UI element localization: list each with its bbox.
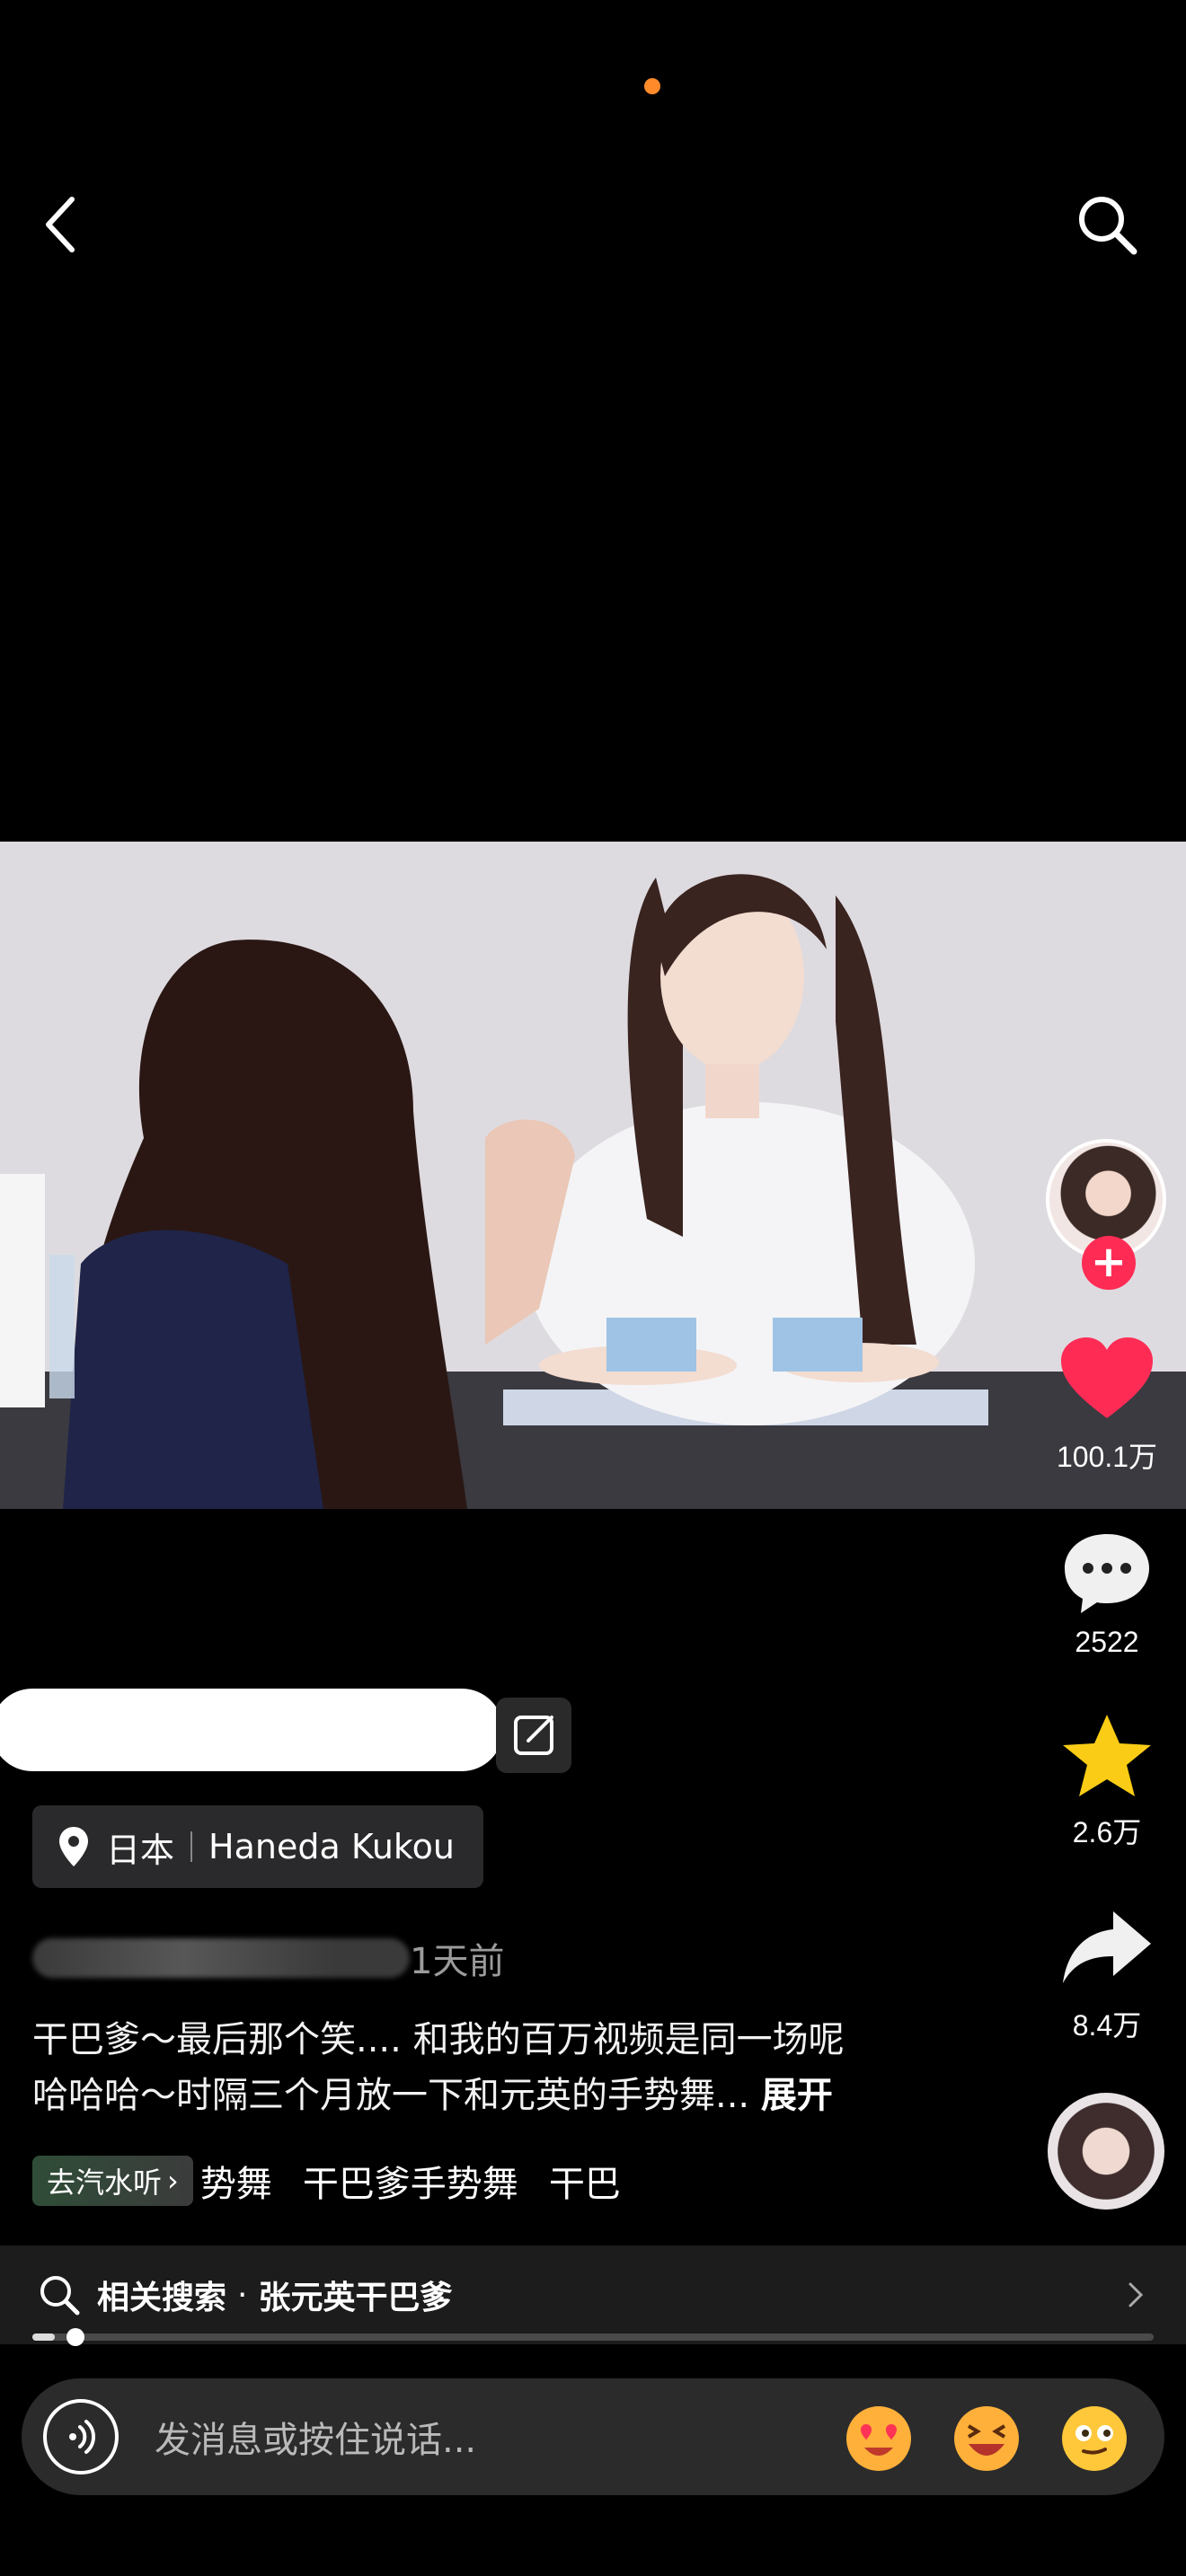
search-icon xyxy=(1079,197,1137,255)
search-icon xyxy=(40,2276,80,2316)
laughing-emoji[interactable] xyxy=(949,2399,1024,2475)
message-input[interactable]: 发消息或按住说话... xyxy=(155,2411,841,2463)
time-ago: 1天前 xyxy=(410,1941,505,1982)
video-progress-bar[interactable] xyxy=(32,2333,1154,2341)
back-button[interactable] xyxy=(36,190,90,259)
related-search-bar[interactable]: 相关搜索 · 张元英干巴爹 xyxy=(0,2245,1186,2344)
like-count: 100.1万 xyxy=(1056,1441,1158,1473)
creator-avatar[interactable]: + xyxy=(1046,1139,1172,1297)
favorite-count: 2.6万 xyxy=(1072,1816,1142,1848)
message-bar[interactable]: 发消息或按住说话... xyxy=(22,2378,1164,2495)
location-country: 日本 xyxy=(106,1830,175,1870)
heart-eyes-emoji[interactable] xyxy=(841,2399,916,2475)
share-arrow-icon xyxy=(1063,1911,1151,1983)
related-search-prefix: 相关搜索 xyxy=(97,2280,227,2316)
comment-icon xyxy=(1065,1534,1149,1613)
chevron-right-icon: › xyxy=(167,2164,179,2198)
location-chip[interactable]: 日本 Haneda Kukou xyxy=(32,1805,483,1888)
redacted-author xyxy=(32,1938,410,1978)
heart-icon xyxy=(1061,1337,1153,1418)
location-divider xyxy=(190,1831,193,1862)
edit-button[interactable] xyxy=(496,1698,571,1773)
video-image xyxy=(0,842,1186,1509)
music-disc[interactable] xyxy=(1048,2093,1164,2210)
chevron-left-icon xyxy=(46,197,75,252)
progress-handle[interactable] xyxy=(66,2328,84,2346)
location-pin-icon xyxy=(59,1827,88,1866)
video-frame[interactable] xyxy=(0,842,1186,1509)
video-description[interactable]: 干巴爹～最后那个笑.... 和我的百万视频是同一场呢 哈哈哈～时隔三个月放一下和… xyxy=(32,2012,931,2123)
related-search-query: 张元英干巴爹 xyxy=(258,2280,453,2316)
hashtag[interactable]: 势舞 xyxy=(200,2155,272,2207)
share-button[interactable]: 8.4万 xyxy=(1040,1904,1174,2044)
favorite-button[interactable]: 2.6万 xyxy=(1040,1711,1174,1851)
star-icon xyxy=(1063,1715,1151,1796)
description-line-2: 哈哈哈～时隔三个月放一下和元英的手势舞... 展开 xyxy=(32,2075,833,2116)
related-search-dot: · xyxy=(237,2276,248,2314)
search-button[interactable] xyxy=(1073,190,1141,259)
location-place: Haneda Kukou xyxy=(208,1827,455,1866)
edit-icon xyxy=(514,1716,553,1755)
share-count: 8.4万 xyxy=(1072,2009,1142,2042)
comment-button[interactable]: 2522 xyxy=(1040,1527,1174,1659)
author-line: 1天前 xyxy=(32,1931,504,1985)
comment-count: 2522 xyxy=(1075,1626,1139,1658)
like-button[interactable]: 100.1万 xyxy=(1040,1336,1174,1476)
hashtag[interactable]: 干巴 xyxy=(549,2155,621,2207)
voice-wave-icon xyxy=(69,2420,96,2454)
progress-fill xyxy=(32,2333,55,2341)
description-line-1: 干巴爹～最后那个笑.... 和我的百万视频是同一场呢 xyxy=(32,2019,845,2060)
tag-row: 去汽水听 › 势舞 干巴爹手势舞 干巴 xyxy=(32,2154,679,2208)
follow-button[interactable]: + xyxy=(1082,1236,1136,1290)
hashtag[interactable]: 干巴爹手势舞 xyxy=(303,2155,518,2207)
dizzy-emoji[interactable] xyxy=(1057,2399,1132,2475)
voice-button[interactable] xyxy=(43,2399,119,2475)
expand-button[interactable]: 展开 xyxy=(761,2075,833,2116)
music-tag[interactable]: 去汽水听 › xyxy=(32,2156,193,2206)
chevron-right-icon xyxy=(1128,2282,1144,2307)
recording-dot xyxy=(644,78,660,94)
redacted-username xyxy=(0,1689,503,1771)
